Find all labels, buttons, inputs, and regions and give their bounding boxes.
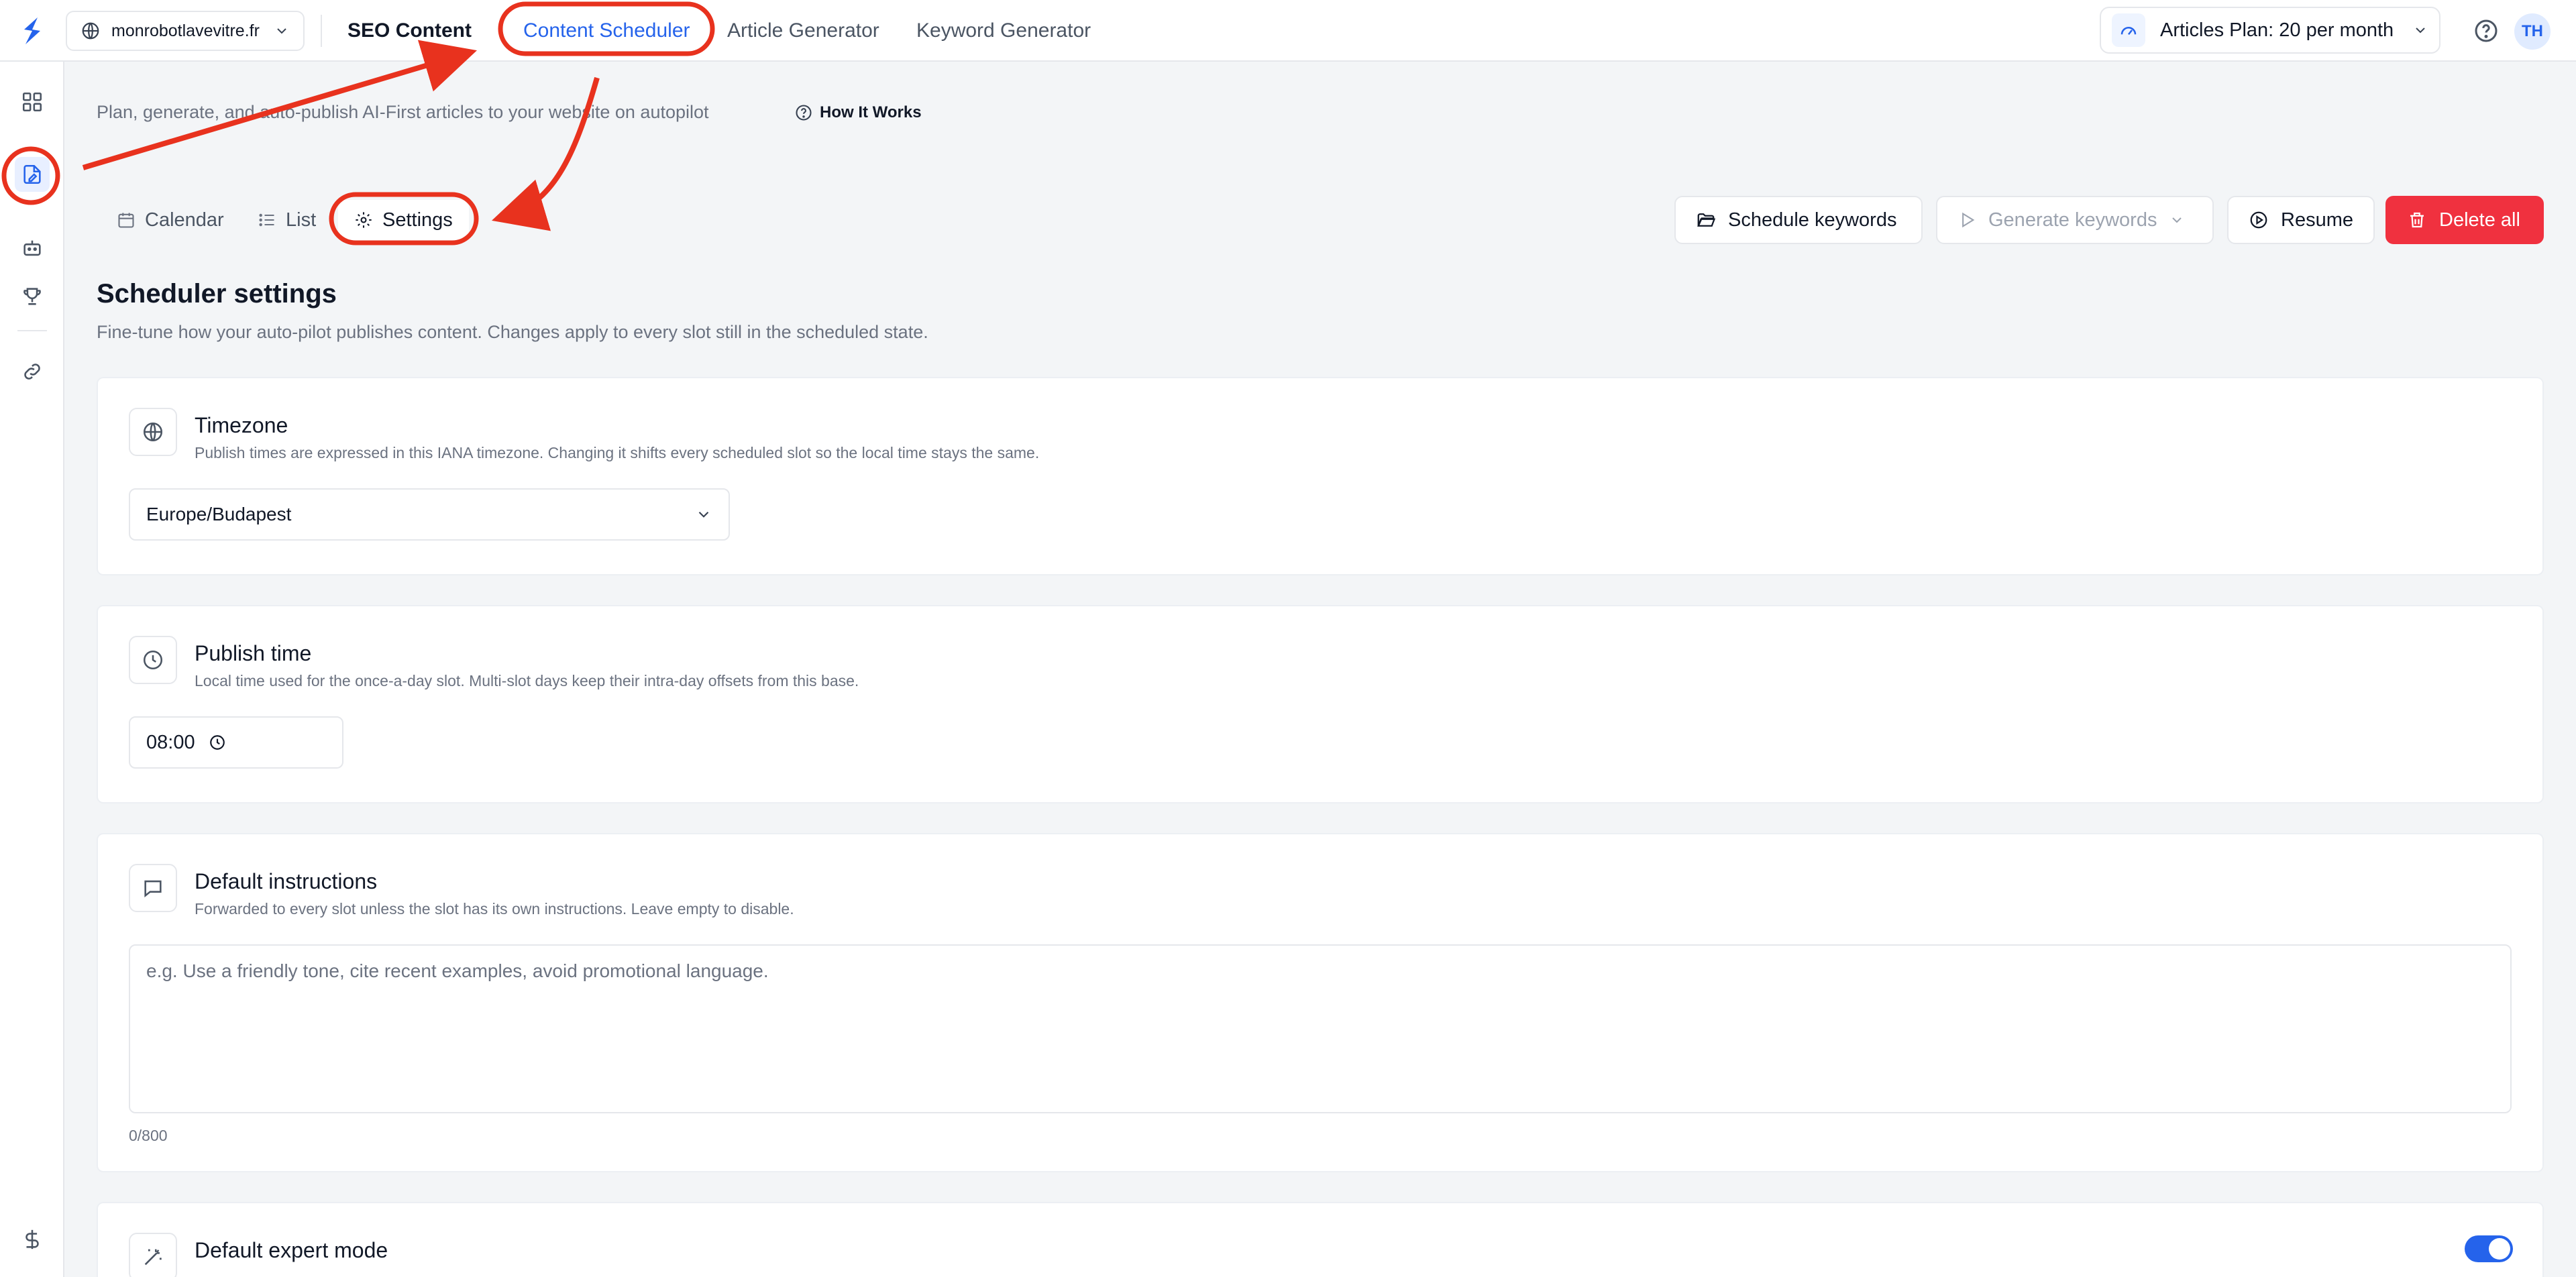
- magic-wand-icon: [129, 1233, 177, 1277]
- tab-calendar[interactable]: Calendar: [117, 200, 224, 240]
- dollar-icon[interactable]: [19, 1226, 46, 1253]
- default-instructions-card: Default instructions Forwarded to every …: [97, 833, 2544, 1172]
- default-expert-mode-card: Default expert mode: [97, 1202, 2544, 1277]
- tab-settings[interactable]: Settings: [338, 200, 469, 240]
- dashboard-icon[interactable]: [19, 89, 46, 115]
- top-bar: monrobotlavevitre.fr SEO Content Content…: [0, 0, 2576, 62]
- globe-icon: [129, 408, 177, 456]
- tab-list[interactable]: List: [258, 200, 316, 240]
- sidebar: [0, 62, 64, 1277]
- calendar-icon: [118, 213, 134, 228]
- publish-time-value: 08:00: [146, 731, 195, 753]
- schedule-keywords-label: Schedule keywords: [1728, 209, 1897, 231]
- clock-icon: [129, 636, 177, 684]
- scheduler-settings-description: Fine-tune how your auto-pilot publishes …: [97, 322, 928, 342]
- publish-time-card: Publish time Local time used for the onc…: [97, 605, 2544, 803]
- user-avatar[interactable]: TH: [2514, 13, 2551, 50]
- delete-all-button[interactable]: Delete all: [2385, 196, 2544, 244]
- delete-all-label: Delete all: [2439, 209, 2520, 231]
- timezone-card: Timezone Publish times are expressed in …: [97, 377, 2544, 575]
- nav-content-scheduler[interactable]: Content Scheduler: [523, 0, 690, 62]
- clock-icon[interactable]: [209, 734, 226, 751]
- toggle-knob: [2489, 1238, 2510, 1260]
- nav-seo-content[interactable]: SEO Content: [347, 0, 472, 62]
- help-circle-icon: [796, 105, 812, 121]
- tab-calendar-label: Calendar: [145, 209, 224, 231]
- site-selector-label: monrobotlavevitre.fr: [111, 21, 260, 40]
- robot-icon[interactable]: [19, 235, 46, 262]
- generate-keywords-button[interactable]: Generate keywords: [1936, 196, 2214, 244]
- article-edit-icon[interactable]: [15, 157, 50, 192]
- expert-mode-toggle[interactable]: [2465, 1235, 2513, 1262]
- trash-icon: [2410, 212, 2424, 228]
- generate-keywords-label: Generate keywords: [1988, 209, 2157, 231]
- chevron-down-icon: [2172, 217, 2182, 223]
- character-count: 0/800: [129, 1127, 168, 1144]
- help-icon[interactable]: [2473, 17, 2500, 44]
- app-logo[interactable]: [16, 15, 48, 47]
- default-instructions-description: Forwarded to every slot unless the slot …: [195, 900, 794, 918]
- globe-icon: [82, 22, 99, 40]
- chevron-down-icon: [2416, 27, 2425, 34]
- default-expert-mode-title: Default expert mode: [195, 1238, 388, 1262]
- message-square-icon: [129, 864, 177, 912]
- default-instructions-textarea[interactable]: e.g. Use a friendly tone, cite recent ex…: [129, 944, 2512, 1113]
- nav-keyword-generator[interactable]: Keyword Generator: [916, 0, 1091, 62]
- chevron-down-icon: [277, 28, 286, 34]
- articles-plan-button[interactable]: Articles Plan: 20 per month: [2100, 7, 2440, 54]
- tab-list-label: List: [286, 209, 317, 231]
- timezone-title: Timezone: [195, 413, 288, 437]
- nav-article-generator[interactable]: Article Generator: [727, 0, 879, 62]
- scheduler-settings-title: Scheduler settings: [97, 279, 337, 309]
- resume-button[interactable]: Resume: [2227, 196, 2375, 244]
- page-subtitle: Plan, generate, and auto-publish AI-Firs…: [97, 102, 709, 122]
- gauge-icon: [2112, 13, 2145, 47]
- publish-time-input[interactable]: 08:00: [129, 716, 343, 769]
- resume-label: Resume: [2281, 209, 2353, 231]
- schedule-keywords-button[interactable]: Schedule keywords: [1674, 196, 1923, 244]
- sidebar-divider: [17, 330, 47, 331]
- publish-time-title: Publish time: [195, 641, 312, 665]
- tab-settings-label: Settings: [382, 209, 453, 231]
- play-circle-icon: [2250, 211, 2267, 229]
- timezone-select[interactable]: Europe/Budapest: [129, 488, 730, 541]
- link-icon[interactable]: [19, 358, 46, 385]
- list-icon: [259, 213, 274, 227]
- top-bar-divider: [321, 15, 322, 47]
- trophy-icon[interactable]: [19, 283, 46, 310]
- site-selector[interactable]: monrobotlavevitre.fr: [66, 11, 305, 51]
- publish-time-description: Local time used for the once-a-day slot.…: [195, 672, 859, 689]
- articles-plan-label: Articles Plan: 20 per month: [2160, 19, 2394, 41]
- play-icon: [1962, 212, 1975, 228]
- how-it-works-label: How It Works: [820, 103, 922, 121]
- folder-open-icon: [1697, 213, 1716, 227]
- default-instructions-title: Default instructions: [195, 869, 378, 893]
- gear-icon: [356, 212, 372, 228]
- chevron-down-icon: [698, 511, 709, 518]
- how-it-works-button[interactable]: How It Works: [782, 97, 934, 129]
- timezone-description: Publish times are expressed in this IANA…: [195, 444, 1040, 461]
- annotation-arrow-to-settings: [492, 76, 600, 231]
- timezone-value: Europe/Budapest: [146, 504, 292, 524]
